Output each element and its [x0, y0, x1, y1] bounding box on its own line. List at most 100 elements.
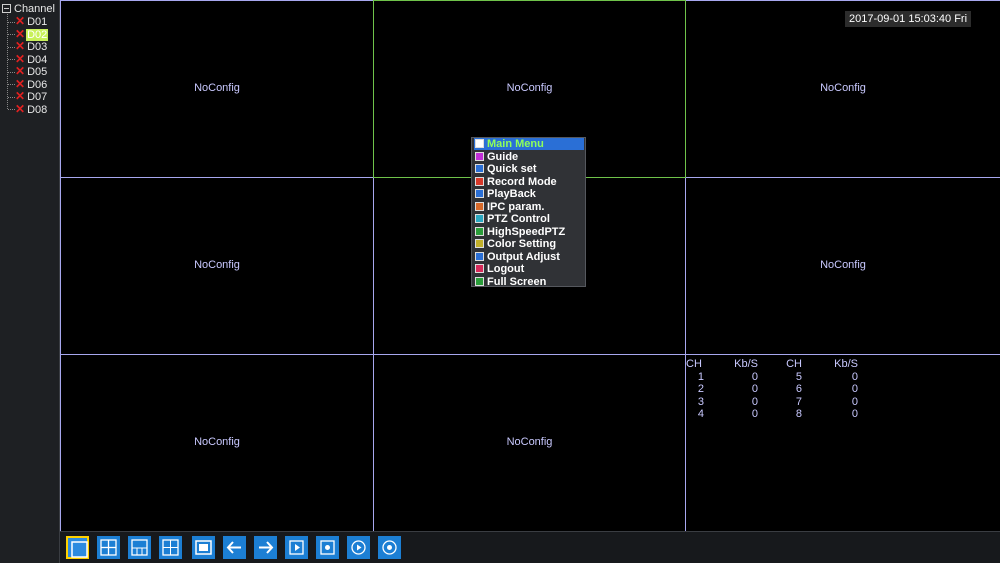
channel-item-d06[interactable]: ✕ D06	[8, 78, 48, 91]
previous-button[interactable]	[223, 536, 246, 559]
menu-item-label: HighSpeedPTZ	[487, 225, 566, 238]
stats-row: 1050	[686, 371, 858, 384]
channel-label: D06	[27, 78, 48, 91]
record-icon	[320, 540, 335, 555]
video-cell[interactable]: NoConfig	[60, 0, 374, 178]
nine-view-button[interactable]	[159, 536, 182, 559]
stats-cell: 8	[795, 408, 802, 420]
menu-item-quick-set[interactable]: Quick set	[474, 163, 584, 175]
no-config-label: NoConfig	[820, 82, 866, 94]
quad-view-button[interactable]	[97, 536, 120, 559]
channel-item-d03[interactable]: ✕ D03	[8, 39, 48, 53]
menu-item-ipc-param[interactable]: IPC param.	[474, 201, 584, 213]
context-menu: Main Menu Guide Quick set Record Mode PlayBa…	[471, 137, 586, 288]
no-config-label: NoConfig	[820, 259, 866, 271]
playback-button[interactable]	[347, 536, 370, 559]
menu-item-label: PlayBack	[487, 188, 536, 200]
menu-item-main-menu[interactable]: Main Menu	[474, 138, 584, 150]
next-icon	[259, 541, 274, 554]
highspeed-icon	[475, 226, 484, 236]
tree-branch	[8, 109, 15, 111]
menu-item-record-mode[interactable]: Record Mode	[474, 176, 584, 188]
color-icon	[475, 239, 484, 248]
menu-item-guide[interactable]: Guide	[474, 151, 584, 163]
menu-item-label: Output Adjust	[487, 250, 560, 263]
channel-item-d08[interactable]: ✕ D08	[8, 101, 48, 116]
six-view-icon	[131, 539, 148, 556]
no-config-label: NoConfig	[194, 436, 240, 448]
channel-item-d04[interactable]: ✕ D04	[8, 53, 48, 66]
stats-cell: 4	[697, 408, 704, 420]
sixteen-view-button[interactable]	[192, 536, 215, 559]
tree-branch	[8, 84, 15, 86]
single-view-icon	[71, 541, 88, 558]
collapse-icon[interactable]	[2, 3, 11, 13]
tree-branch	[8, 59, 15, 61]
playback-icon	[351, 540, 366, 555]
menu-item-playback[interactable]: PlayBack	[474, 188, 584, 200]
no-config-label: NoConfig	[506, 82, 553, 94]
home-icon	[475, 139, 484, 148]
stats-cell: 0	[851, 395, 858, 408]
settings-icon	[382, 540, 397, 555]
play-button[interactable]	[285, 536, 308, 559]
channel-sidebar: Channel ✕ D01 ✕ D02 ✕ D03 ✕ D04 ✕ D05 ✕ D06 ✕ D07 ✕ D08	[0, 0, 60, 563]
menu-item-ptz-control[interactable]: PTZ Control	[474, 213, 584, 225]
menu-item-highspeedptz[interactable]: HighSpeedPTZ	[474, 226, 584, 238]
disconnected-icon: ✕	[15, 101, 26, 116]
menu-item-label: Full Screen	[487, 275, 547, 288]
stats-header: CH	[786, 358, 802, 370]
disconnected-icon: ✕	[15, 39, 26, 53]
channel-label: D03	[27, 41, 48, 53]
stats-cell: 0	[851, 370, 858, 383]
menu-item-color-setting[interactable]: Color Setting	[474, 238, 584, 250]
next-button[interactable]	[254, 536, 277, 559]
nine-view-icon	[162, 539, 179, 556]
stats-row: 3 0 7 0	[686, 396, 858, 409]
menu-item-logout[interactable]: Logout	[474, 263, 584, 275]
stats-cell: 0	[751, 370, 758, 383]
channel-label: D07	[27, 91, 48, 103]
stats-header: Kb/S	[734, 358, 758, 370]
channel-item-d02[interactable]: ✕ D02	[8, 28, 49, 41]
bottom-toolbar	[60, 531, 1000, 563]
stats-header: Kb/S	[834, 358, 858, 370]
channel-tree-root[interactable]: Channel	[2, 3, 55, 15]
channel-item-d01[interactable]: ✕ D01	[8, 15, 48, 28]
record-icon	[475, 176, 484, 186]
menu-item-full-screen[interactable]: Full Screen	[474, 276, 584, 288]
menu-item-label: Color Setting	[487, 238, 557, 250]
menu-item-label: Logout	[487, 263, 525, 275]
stats-cell: 0	[751, 395, 758, 408]
video-cell[interactable]: NoConfig	[373, 354, 686, 532]
output-icon	[475, 251, 484, 261]
channel-label: D08	[27, 103, 48, 116]
stats-cell: 0	[751, 408, 758, 420]
stats-cell: 2	[697, 383, 704, 395]
menu-item-output-adjust[interactable]: Output Adjust	[474, 251, 584, 263]
guide-icon	[475, 151, 484, 161]
six-view-button[interactable]	[128, 536, 151, 559]
video-cell[interactable]: NoConfig	[60, 177, 374, 355]
single-view-button[interactable]	[66, 536, 89, 559]
quickset-icon	[475, 164, 484, 173]
stats-cell: 0	[851, 408, 858, 420]
video-cell[interactable]: NoConfig	[685, 177, 1000, 355]
menu-item-label: Record Mode	[487, 175, 557, 188]
tree-branch	[8, 34, 15, 36]
bitrate-stats: CH Kb/S CH Kb/S 1050206030704080	[686, 358, 876, 421]
menu-item-label: Quick set	[487, 163, 537, 175]
record-button[interactable]	[316, 536, 339, 559]
channel-label: D01	[27, 16, 48, 28]
channel-item-d07[interactable]: ✕ D07	[8, 90, 48, 103]
channel-label: D04	[27, 53, 48, 66]
channel-item-d05[interactable]: ✕ D05	[8, 65, 48, 78]
no-config-label: NoConfig	[506, 436, 553, 448]
menu-item-label: Guide	[487, 150, 519, 163]
video-cell[interactable]: NoConfig	[60, 354, 374, 532]
settings-button[interactable]	[378, 536, 401, 559]
no-config-label: NoConfig	[194, 259, 240, 271]
menu-item-label: PTZ Control	[487, 213, 550, 225]
tree-branch	[8, 21, 15, 23]
stats-row: 2060	[686, 383, 858, 396]
